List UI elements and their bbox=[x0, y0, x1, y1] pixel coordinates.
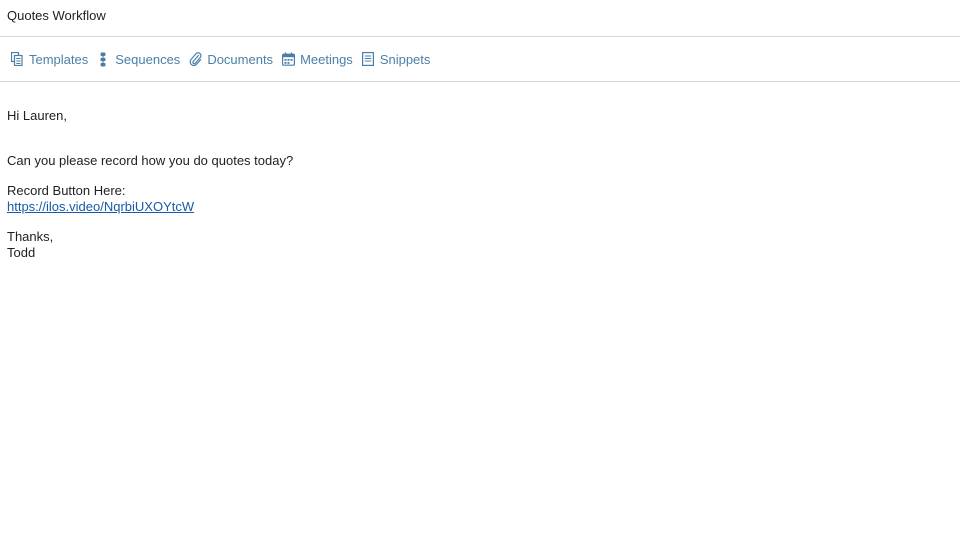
templates-icon bbox=[10, 51, 24, 67]
subject-text[interactable]: Quotes Workflow bbox=[7, 8, 106, 23]
snippets-button[interactable]: Snippets bbox=[361, 51, 431, 67]
signature-line: Todd bbox=[7, 245, 36, 260]
greeting-line: Hi Lauren, bbox=[7, 108, 67, 123]
meetings-label: Meetings bbox=[300, 51, 353, 67]
subject-row[interactable]: Quotes Workflow bbox=[0, 0, 960, 37]
snippets-icon bbox=[361, 51, 375, 67]
sequences-button[interactable]: Sequences bbox=[96, 51, 180, 67]
signoff-line: Thanks, bbox=[7, 229, 54, 244]
templates-label: Templates bbox=[29, 51, 89, 67]
documents-label: Documents bbox=[207, 51, 274, 67]
meetings-button[interactable]: Meetings bbox=[281, 51, 353, 67]
email-composer: Quotes Workflow Templates Sequences Docu… bbox=[0, 0, 960, 540]
record-label-line: Record Button Here: bbox=[7, 183, 126, 198]
question-line: Can you please record how you do quotes … bbox=[7, 153, 294, 168]
templates-button[interactable]: Templates bbox=[10, 51, 88, 67]
sequences-icon bbox=[96, 51, 110, 67]
video-link[interactable]: https://ilos.video/NqrbiUXOYtcW bbox=[7, 199, 194, 214]
documents-button[interactable]: Documents bbox=[188, 51, 273, 67]
calendar-icon bbox=[281, 51, 295, 67]
sequences-label: Sequences bbox=[115, 51, 181, 67]
email-body[interactable]: Hi Lauren, Can you please record how you… bbox=[7, 108, 293, 261]
compose-toolbar: Templates Sequences Documents Meetings S… bbox=[0, 37, 960, 82]
paperclip-icon bbox=[188, 51, 202, 67]
snippets-label: Snippets bbox=[379, 51, 431, 67]
